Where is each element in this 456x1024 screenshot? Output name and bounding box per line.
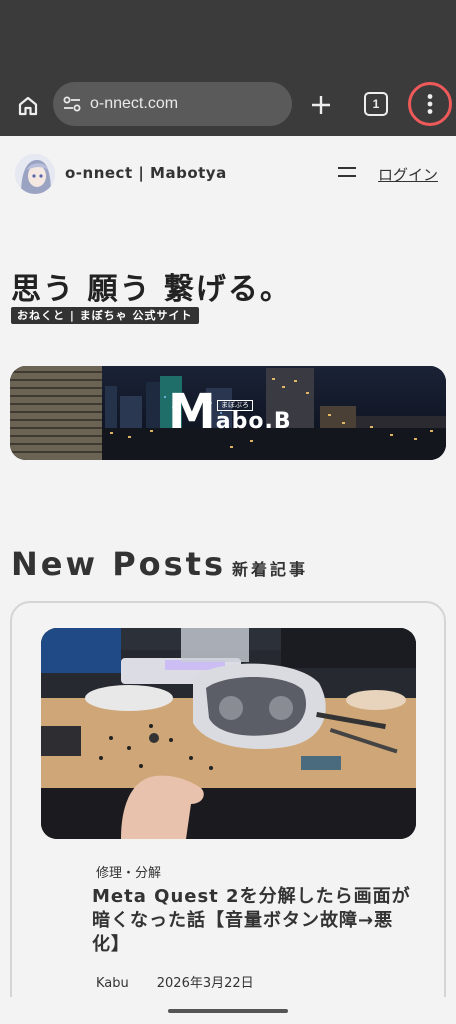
post-author: Kabu bbox=[96, 976, 129, 991]
post-title[interactable]: Meta Quest 2を分解したら画面が暗くなった話【音量ボタン故障→悪化】 bbox=[92, 885, 412, 957]
tab-count: 1 bbox=[372, 97, 380, 111]
post-meta: Kabu 2026年3月22日 bbox=[96, 972, 254, 991]
avatar[interactable] bbox=[15, 154, 55, 194]
hamburger-menu-icon[interactable] bbox=[338, 167, 356, 181]
post-category[interactable]: 修理・分解 bbox=[96, 862, 161, 881]
banner-logo: Mabo.B bbox=[168, 384, 292, 440]
plus-icon bbox=[312, 96, 330, 114]
post-date: 2026年3月22日 bbox=[156, 976, 254, 991]
more-menu-button[interactable] bbox=[408, 82, 452, 126]
blog-banner[interactable]: Mabo.B まぼぶろ bbox=[10, 366, 446, 460]
banner-logo-sub: まぼぶろ bbox=[217, 400, 253, 411]
gesture-nav-handle[interactable] bbox=[168, 1009, 288, 1013]
home-button[interactable] bbox=[12, 90, 44, 122]
post-card[interactable]: 修理・分解 Meta Quest 2を分解したら画面が暗くなった話【音量ボタン故… bbox=[10, 601, 446, 1024]
post-thumbnail-image bbox=[41, 628, 416, 839]
url-text[interactable]: o-nnect.com bbox=[90, 95, 178, 113]
hero-title: 思う 願う 繋げる。 bbox=[11, 272, 292, 307]
tab-switcher-button[interactable]: 1 bbox=[364, 92, 388, 116]
browser-toolbar: o-nnect.com 1 bbox=[0, 76, 456, 136]
avatar-image bbox=[15, 154, 55, 194]
site-header: o-nnect | Mabotya ログイン bbox=[0, 136, 456, 216]
new-tab-button[interactable] bbox=[306, 90, 336, 120]
post-thumbnail[interactable] bbox=[41, 628, 416, 839]
hero-badge: おねくと | まぼちゃ 公式サイト bbox=[11, 307, 199, 324]
more-vert-icon bbox=[427, 94, 433, 114]
site-name-link[interactable]: o-nnect | Mabotya bbox=[65, 164, 227, 182]
tune-icon[interactable] bbox=[62, 94, 82, 114]
login-link[interactable]: ログイン bbox=[378, 164, 438, 185]
new-posts-heading: New Posts 新着記事 bbox=[11, 545, 309, 583]
home-icon bbox=[18, 96, 38, 116]
url-bar[interactable]: o-nnect.com bbox=[53, 82, 292, 126]
status-bar bbox=[0, 0, 456, 76]
